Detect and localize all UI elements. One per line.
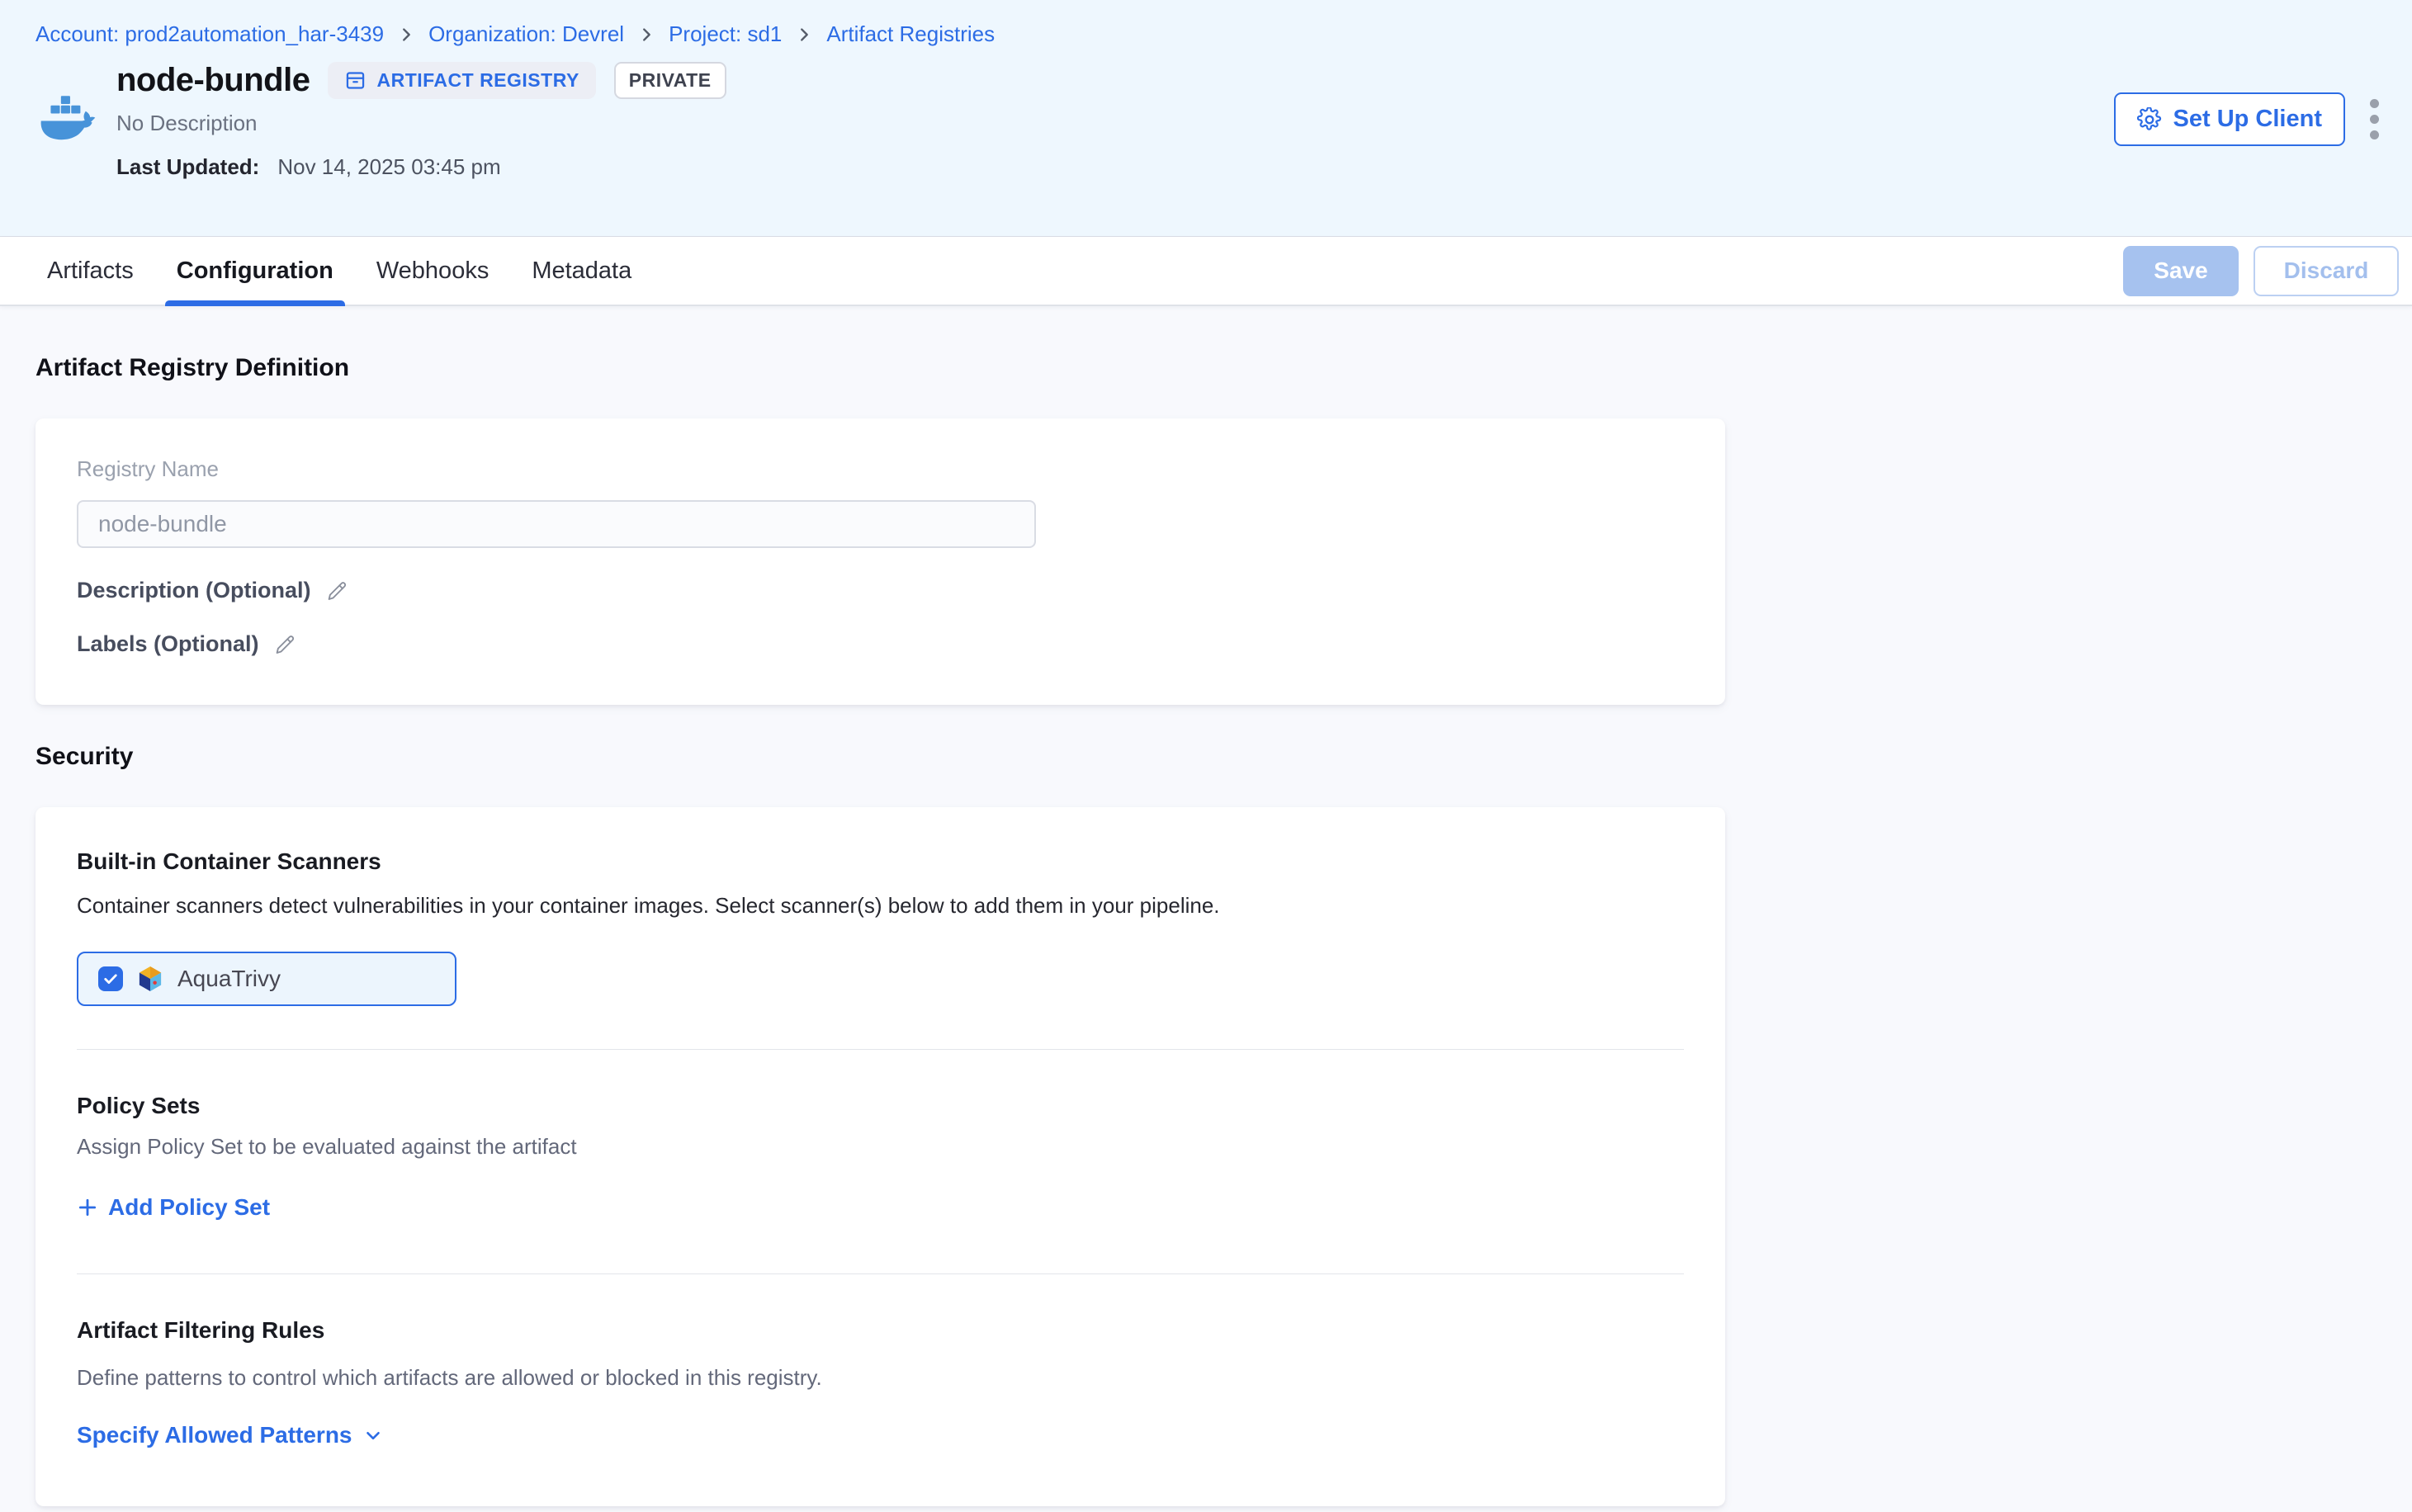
breadcrumb-artifact-registries[interactable]: Artifact Registries bbox=[826, 21, 995, 47]
divider bbox=[77, 1049, 1684, 1050]
trivy-logo-icon bbox=[138, 966, 163, 992]
registry-type-badge-label: ARTIFACT REGISTRY bbox=[376, 69, 579, 92]
chevron-right-icon bbox=[795, 26, 813, 44]
security-card: Built-in Container Scanners Container sc… bbox=[35, 807, 1725, 1506]
breadcrumb-project[interactable]: Project: sd1 bbox=[669, 21, 782, 47]
chevron-right-icon bbox=[637, 26, 655, 44]
breadcrumb-account[interactable]: Account: prod2automation_har-3439 bbox=[35, 21, 384, 47]
specify-allowed-patterns-toggle[interactable]: Specify Allowed Patterns bbox=[77, 1422, 384, 1448]
archive-box-icon bbox=[344, 69, 367, 92]
definition-section-title: Artifact Registry Definition bbox=[35, 354, 2377, 382]
plus-icon bbox=[77, 1197, 98, 1218]
description-optional-label: Description (Optional) bbox=[77, 578, 311, 603]
tab-metadata[interactable]: Metadata bbox=[520, 237, 643, 305]
scanner-name-label: AquaTrivy bbox=[177, 966, 281, 992]
divider bbox=[77, 1273, 1684, 1274]
registry-name-input[interactable] bbox=[77, 500, 1036, 548]
configuration-content: Artifact Registry Definition Registry Na… bbox=[0, 306, 2412, 1506]
add-policy-set-label: Add Policy Set bbox=[108, 1194, 270, 1221]
chevron-right-icon bbox=[397, 26, 415, 44]
edit-labels-pencil-icon[interactable] bbox=[272, 632, 297, 657]
breadcrumb-organization[interactable]: Organization: Devrel bbox=[428, 21, 624, 47]
registry-name-label: Registry Name bbox=[77, 456, 1684, 482]
last-updated-value: Nov 14, 2025 03:45 pm bbox=[277, 154, 500, 180]
tab-bar: Artifacts Configuration Webhooks Metadat… bbox=[0, 237, 2412, 306]
definition-card: Registry Name Description (Optional) Lab… bbox=[35, 418, 1725, 705]
discard-button[interactable]: Discard bbox=[2254, 246, 2399, 296]
breadcrumb: Account: prod2automation_har-3439 Organi… bbox=[35, 21, 2377, 47]
add-policy-set-button[interactable]: Add Policy Set bbox=[77, 1194, 270, 1221]
specify-allowed-patterns-label: Specify Allowed Patterns bbox=[77, 1422, 352, 1448]
setup-client-button[interactable]: Set Up Client bbox=[2114, 92, 2345, 146]
labels-optional-label: Labels (Optional) bbox=[77, 631, 259, 657]
docker-icon bbox=[40, 95, 98, 180]
registry-type-badge: ARTIFACT REGISTRY bbox=[328, 62, 595, 99]
tab-artifacts[interactable]: Artifacts bbox=[35, 237, 145, 305]
aquatrivy-checkbox[interactable] bbox=[98, 966, 123, 991]
last-updated-label: Last Updated: bbox=[116, 154, 259, 180]
filtering-rules-description: Define patterns to control which artifac… bbox=[77, 1365, 1684, 1391]
page-header: Account: prod2automation_har-3439 Organi… bbox=[0, 0, 2412, 237]
page-title: node-bundle bbox=[116, 62, 310, 99]
aquatrivy-scanner-chip[interactable]: AquaTrivy bbox=[77, 952, 456, 1006]
chevron-down-icon bbox=[362, 1425, 384, 1446]
tab-configuration[interactable]: Configuration bbox=[165, 237, 345, 305]
container-scanners-title: Built-in Container Scanners bbox=[77, 848, 1684, 875]
security-section-title: Security bbox=[35, 743, 2377, 771]
registry-description: No Description bbox=[116, 111, 726, 136]
gear-icon bbox=[2137, 107, 2162, 132]
setup-client-label: Set Up Client bbox=[2173, 106, 2322, 133]
policy-sets-title: Policy Sets bbox=[77, 1093, 1684, 1119]
private-badge: PRIVATE bbox=[614, 62, 726, 99]
container-scanners-description: Container scanners detect vulnerabilitie… bbox=[77, 893, 1684, 919]
filtering-rules-title: Artifact Filtering Rules bbox=[77, 1317, 1684, 1344]
more-options-menu[interactable] bbox=[2365, 94, 2384, 144]
tab-webhooks[interactable]: Webhooks bbox=[365, 237, 501, 305]
save-button[interactable]: Save bbox=[2123, 246, 2239, 296]
policy-sets-description: Assign Policy Set to be evaluated agains… bbox=[77, 1134, 1684, 1160]
edit-description-pencil-icon[interactable] bbox=[324, 579, 349, 603]
